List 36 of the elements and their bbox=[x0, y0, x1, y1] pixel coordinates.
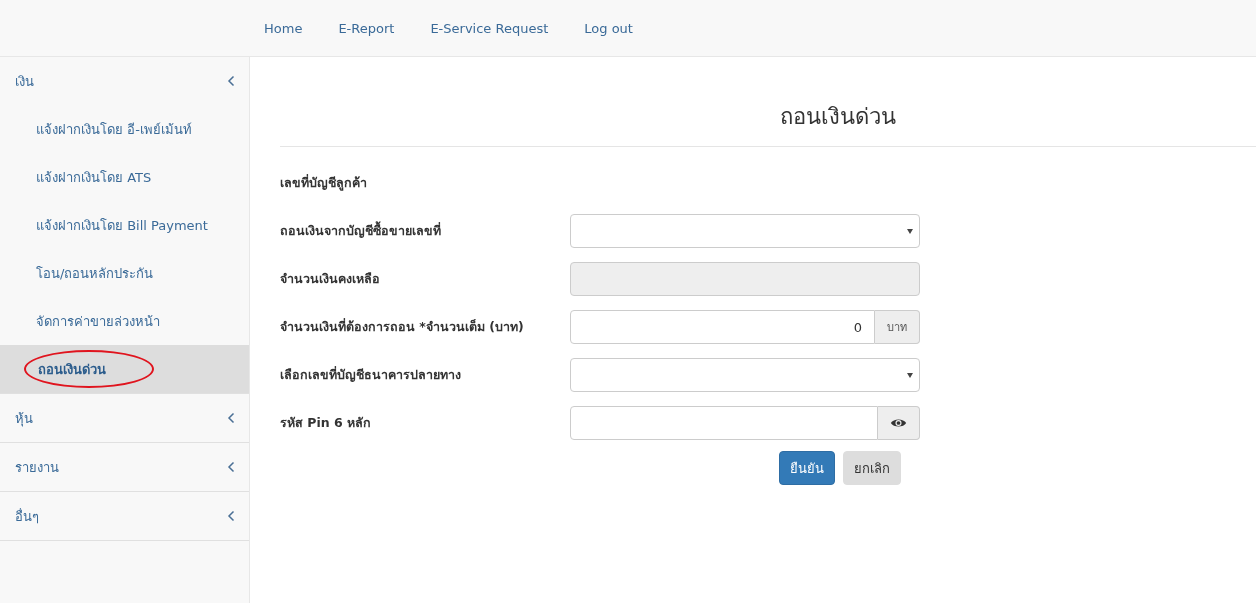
dropdown[interactable] bbox=[570, 358, 920, 392]
field-label: เลขที่บัญชีลูกค้า bbox=[280, 173, 368, 193]
show-password-button[interactable] bbox=[878, 406, 920, 440]
confirm-button[interactable]: ยืนยัน bbox=[779, 451, 835, 485]
nav-link[interactable]: Log out bbox=[570, 20, 647, 36]
nav-link[interactable]: E-Report bbox=[324, 20, 409, 36]
field-label: จำนวนเงินที่ต้องการถอน *จำนวนเต็ม (บาท) bbox=[280, 317, 525, 336]
chevron-left-icon bbox=[227, 461, 235, 473]
cancel-button[interactable]: ยกเลิก bbox=[843, 451, 901, 485]
sidebar-item[interactable]: ถอนเงินด่วน bbox=[38, 358, 106, 380]
field-label: ถอนเงินจากบัญชีซื้อขายเลขที่ bbox=[280, 221, 442, 240]
sidebar-group[interactable]: อื่นๆ bbox=[0, 492, 249, 540]
field-label: เลือกเลขที่บัญชีธนาคารปลายทาง bbox=[280, 365, 462, 384]
nav-link[interactable]: E-Service Request bbox=[416, 20, 563, 36]
dropdown[interactable] bbox=[570, 214, 920, 248]
sidebar-item[interactable]: แจ้งฝากเงินโดย ATS bbox=[36, 166, 152, 188]
chevron-left-icon bbox=[227, 75, 235, 87]
page-title: ถอนเงินด่วน bbox=[780, 103, 896, 131]
input-field[interactable] bbox=[570, 406, 878, 440]
caret-icon bbox=[907, 373, 913, 378]
sidebar-item[interactable]: โอน/ถอนหลักประกัน bbox=[36, 262, 154, 284]
sidebar-group[interactable]: เงิน bbox=[0, 57, 249, 105]
sidebar-item[interactable]: แจ้งฝากเงินโดย อี-เพย์เม้นท์ bbox=[36, 118, 192, 140]
sidebar-item[interactable]: จัดการค่าขายล่วงหน้า bbox=[36, 310, 160, 332]
caret-icon bbox=[907, 229, 913, 234]
field-label: รหัส Pin 6 หลัก bbox=[280, 414, 373, 432]
unit-addon: บาท bbox=[875, 310, 920, 344]
field-label: จำนวนเงินคงเหลือ bbox=[280, 270, 381, 288]
chevron-left-icon bbox=[227, 412, 235, 424]
nav-link[interactable]: Home bbox=[250, 20, 317, 36]
sidebar-group[interactable]: หุ้น bbox=[0, 394, 249, 442]
sidebar-group[interactable]: รายงาน bbox=[0, 443, 249, 491]
input-field[interactable]: 0 bbox=[570, 310, 875, 344]
sidebar-item[interactable]: แจ้งฝากเงินโดย Bill Payment bbox=[36, 214, 208, 236]
chevron-left-icon bbox=[227, 510, 235, 522]
eye-icon bbox=[890, 417, 907, 429]
